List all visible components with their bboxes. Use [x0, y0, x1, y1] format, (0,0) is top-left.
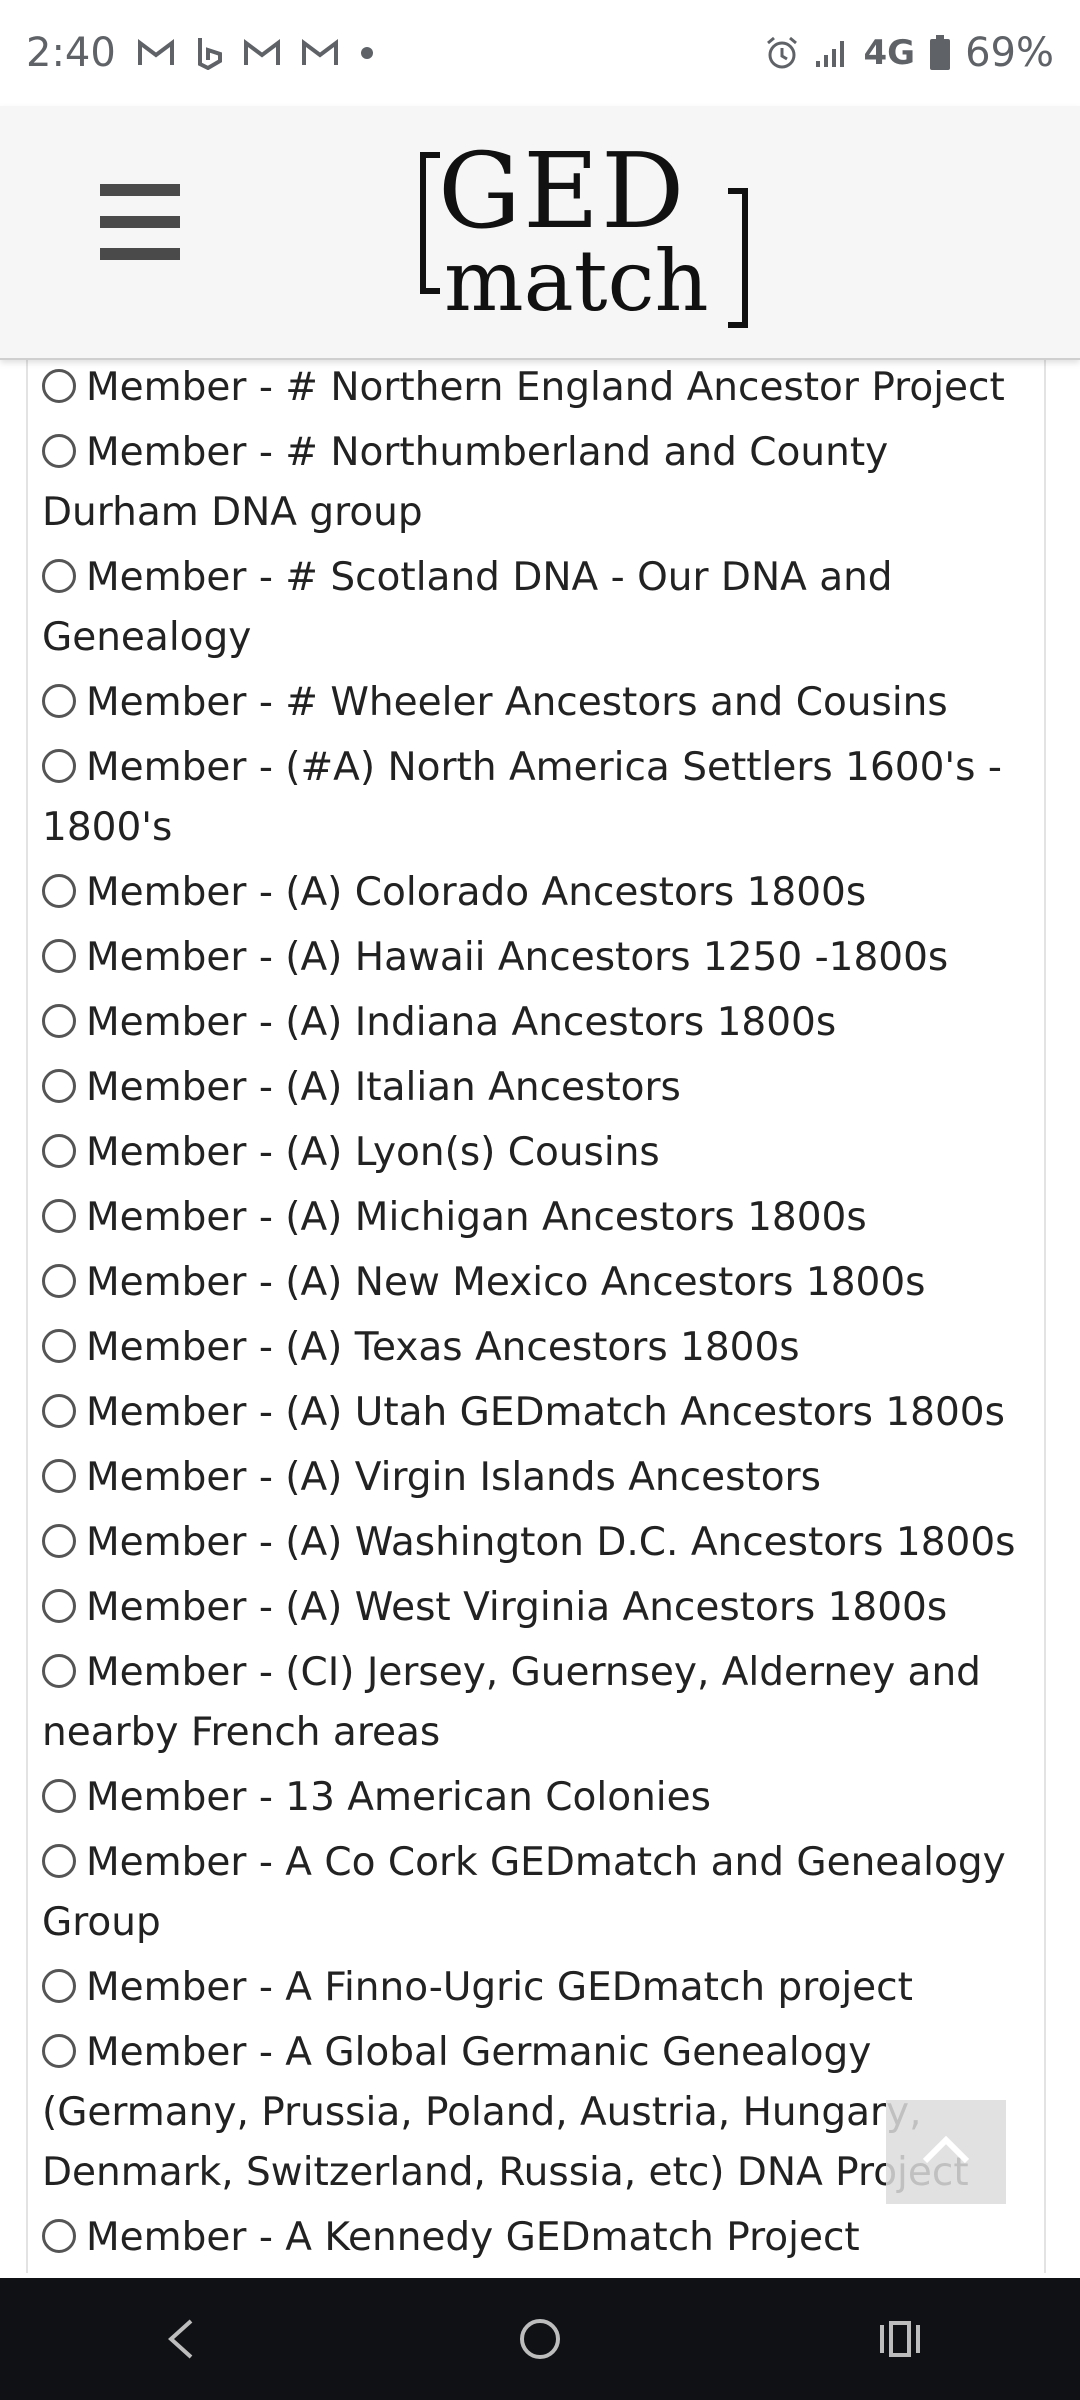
group-radio-button[interactable] [42, 1199, 76, 1233]
group-radio-button[interactable] [42, 1779, 76, 1813]
group-radio-button[interactable] [42, 684, 76, 718]
group-label: Member - (A) Indiana Ancestors 1800s [86, 1000, 837, 1045]
group-radio-button[interactable] [42, 1329, 76, 1363]
site-header: GED match [0, 106, 1080, 360]
list-item[interactable]: Member - A Co Cork GEDmatch and Genealog… [42, 1833, 1030, 1953]
group-radio-list: Member - # Northern England Ancestor Pro… [28, 358, 1044, 2268]
status-bar: 2:40 4G 69% [0, 0, 1080, 106]
group-radio-button[interactable] [42, 939, 76, 973]
logo-bracket-right [728, 188, 748, 328]
back-to-top-button[interactable] [886, 2100, 1006, 2204]
group-label: Member - (A) Lyon(s) Cousins [86, 1130, 660, 1175]
group-label: Member - (A) Utah GEDmatch Ancestors 180… [86, 1390, 1005, 1435]
logo-match-text: match [444, 232, 709, 330]
dot-icon [360, 46, 374, 60]
gmail-icon [301, 39, 338, 67]
group-label: Member - # Scotland DNA - Our DNA and Ge… [42, 555, 893, 660]
group-radio-button[interactable] [42, 749, 76, 783]
group-radio-button[interactable] [42, 1134, 76, 1168]
group-radio-button[interactable] [42, 874, 76, 908]
group-label: Member - A Co Cork GEDmatch and Genealog… [42, 1840, 1006, 1945]
group-radio-button[interactable] [42, 1394, 76, 1428]
list-item[interactable]: Member - (A) Michigan Ancestors 1800s [42, 1188, 1030, 1248]
group-label: Member - (A) Hawaii Ancestors 1250 -1800… [86, 935, 949, 980]
group-radio-button[interactable] [42, 1459, 76, 1493]
logo-ged-text: GED [438, 130, 687, 252]
group-label: Member - # Northumberland and County Dur… [42, 430, 889, 535]
group-radio-button[interactable] [42, 1524, 76, 1558]
system-nav-bar [0, 2278, 1080, 2400]
group-label: Member - A Kennedy GEDmatch Project [86, 2215, 860, 2260]
back-icon[interactable] [120, 2289, 240, 2389]
group-label: Member - (A) West Virginia Ancestors 180… [86, 1585, 948, 1630]
battery-icon [929, 35, 951, 71]
list-item[interactable]: Member - (A) Italian Ancestors [42, 1058, 1030, 1118]
group-label: Member - 13 American Colonies [86, 1775, 711, 1820]
gmail-icon [137, 39, 174, 67]
group-radio-button[interactable] [42, 2034, 76, 2068]
group-label: Member - (A) Colorado Ancestors 1800s [86, 870, 867, 915]
list-item[interactable]: Member - 13 American Colonies [42, 1768, 1030, 1828]
alarm-icon [764, 35, 800, 71]
home-icon[interactable] [480, 2289, 600, 2389]
bing-icon [196, 36, 222, 70]
list-item[interactable]: Member - (A) Texas Ancestors 1800s [42, 1318, 1030, 1378]
gedmatch-logo[interactable]: GED match [410, 130, 750, 330]
group-radio-button[interactable] [42, 434, 76, 468]
group-label: Member - A Finno-Ugric GEDmatch project [86, 1965, 913, 2010]
list-item[interactable]: Member - (A) Lyon(s) Cousins [42, 1123, 1030, 1183]
group-radio-button[interactable] [42, 1069, 76, 1103]
list-item[interactable]: Member - A Finno-Ugric GEDmatch project [42, 1958, 1030, 2018]
list-item[interactable]: Member - (A) Washington D.C. Ancestors 1… [42, 1513, 1030, 1573]
group-radio-button[interactable] [42, 1264, 76, 1298]
list-item[interactable]: Member - (#A) North America Settlers 160… [42, 738, 1030, 858]
list-item[interactable]: Member - (A) Utah GEDmatch Ancestors 180… [42, 1383, 1030, 1443]
signal-icon [814, 37, 850, 69]
group-radio-button[interactable] [42, 1004, 76, 1038]
group-radio-button[interactable] [42, 369, 76, 403]
logo-bracket-left [420, 152, 440, 294]
group-radio-button[interactable] [42, 1589, 76, 1623]
group-radio-button[interactable] [42, 2219, 76, 2253]
recents-icon[interactable] [840, 2289, 960, 2389]
group-radio-button[interactable] [42, 1654, 76, 1688]
group-label: Member - # Northern England Ancestor Pro… [86, 365, 1005, 410]
list-item[interactable]: Member - # Northumberland and County Dur… [42, 423, 1030, 543]
list-item[interactable]: Member - # Northern England Ancestor Pro… [42, 358, 1030, 418]
list-item[interactable]: Member - (A) New Mexico Ancestors 1800s [42, 1253, 1030, 1313]
list-item[interactable]: Member - (A) Virgin Islands Ancestors [42, 1448, 1030, 1508]
group-label: Member - A Global Germanic Genealogy (Ge… [42, 2030, 969, 2195]
list-item[interactable]: Member - # Scotland DNA - Our DNA and Ge… [42, 548, 1030, 668]
group-label: Member - (CI) Jersey, Guernsey, Alderney… [42, 1650, 981, 1755]
list-item[interactable]: Member - (A) Indiana Ancestors 1800s [42, 993, 1030, 1053]
group-label: Member - (A) Italian Ancestors [86, 1065, 681, 1110]
group-label: Member - (#A) North America Settlers 160… [42, 745, 1002, 850]
page-content: Member - # Northern England Ancestor Pro… [0, 358, 1080, 2278]
group-list-panel: Member - # Northern England Ancestor Pro… [26, 358, 1046, 2273]
group-radio-button[interactable] [42, 559, 76, 593]
group-radio-button[interactable] [42, 1844, 76, 1878]
hamburger-menu-icon[interactable] [100, 184, 180, 260]
group-label: Member - # Wheeler Ancestors and Cousins [86, 680, 948, 725]
group-label: Member - (A) Texas Ancestors 1800s [86, 1325, 800, 1370]
group-radio-button[interactable] [42, 1969, 76, 2003]
list-item[interactable]: Member - # Wheeler Ancestors and Cousins [42, 673, 1030, 733]
battery-level: 69% [965, 30, 1054, 76]
list-item[interactable]: Member - (CI) Jersey, Guernsey, Alderney… [42, 1643, 1030, 1763]
list-item[interactable]: Member - (A) Hawaii Ancestors 1250 -1800… [42, 928, 1030, 988]
list-item[interactable]: Member - (A) Colorado Ancestors 1800s [42, 863, 1030, 923]
list-item[interactable]: Member - A Kennedy GEDmatch Project [42, 2208, 1030, 2268]
group-label: Member - (A) Washington D.C. Ancestors 1… [86, 1520, 1016, 1565]
group-label: Member - (A) Virgin Islands Ancestors [86, 1455, 821, 1500]
list-item[interactable]: Member - A Global Germanic Genealogy (Ge… [42, 2023, 1030, 2203]
group-label: Member - (A) New Mexico Ancestors 1800s [86, 1260, 926, 1305]
network-type: 4G [863, 33, 916, 73]
list-item[interactable]: Member - (A) West Virginia Ancestors 180… [42, 1578, 1030, 1638]
status-time: 2:40 [26, 30, 116, 76]
gmail-icon [243, 39, 280, 67]
group-label: Member - (A) Michigan Ancestors 1800s [86, 1195, 867, 1240]
chevron-up-icon [921, 2135, 971, 2169]
